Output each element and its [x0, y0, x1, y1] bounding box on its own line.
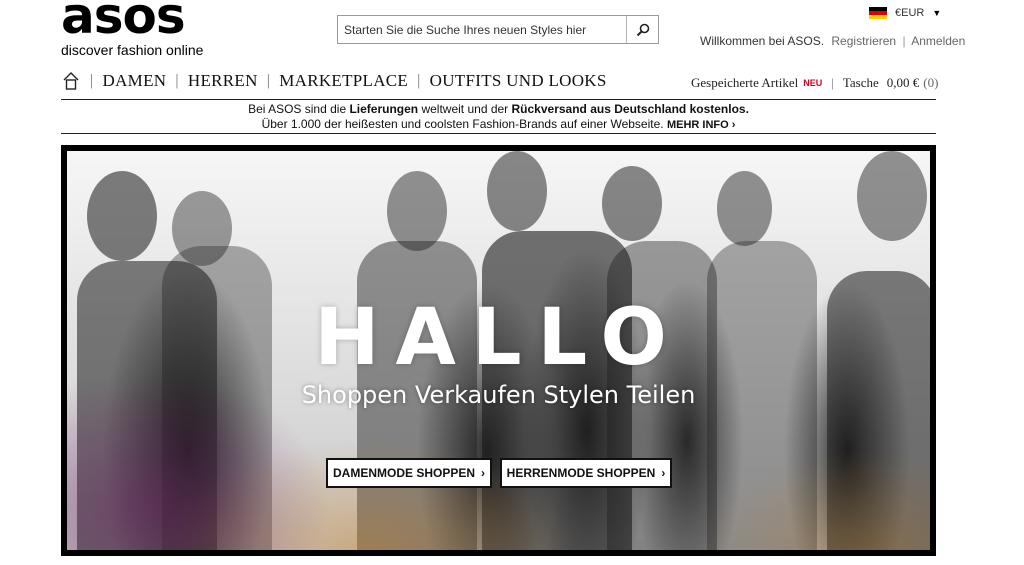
- new-badge: NEU: [803, 78, 823, 88]
- bag-link[interactable]: Tasche: [843, 75, 879, 91]
- logo-wordmark: asos: [61, 0, 186, 45]
- shop-women-button[interactable]: DAMENMODE SHOPPEN ›: [326, 458, 492, 488]
- hero-banner: HALLO Shoppen Verkaufen Stylen Teilen DA…: [61, 145, 936, 556]
- chevron-down-icon: ▼: [932, 8, 942, 18]
- home-icon: [63, 72, 79, 90]
- search-icon: [636, 23, 649, 36]
- currency-label: €EUR: [895, 7, 925, 19]
- search-input[interactable]: [338, 16, 626, 43]
- bag-count: (0): [923, 75, 939, 90]
- search-button[interactable]: [626, 16, 658, 43]
- register-link[interactable]: Registrieren: [831, 34, 896, 48]
- saved-items-link[interactable]: Gespeicherte Artikel: [691, 75, 798, 91]
- nav-item-herren[interactable]: HERREN: [188, 71, 258, 91]
- nav-divider: |: [266, 72, 271, 89]
- bag-amount: 0,00 €: [886, 75, 920, 90]
- hero-title: HALLO: [314, 293, 683, 383]
- hero-photo: HALLO Shoppen Verkaufen Stylen Teilen DA…: [67, 151, 930, 550]
- promo-line-2: Über 1.000 der heißesten und coolsten Fa…: [261, 117, 736, 131]
- nav-item-damen[interactable]: DAMEN: [103, 71, 167, 91]
- logo-tagline: discover fashion online: [61, 42, 204, 58]
- nav-utility: Gespeicherte Artikel NEU | Tasche 0,00 €…: [691, 75, 938, 91]
- search-box: [337, 15, 659, 44]
- promo-line-1: Bei ASOS sind die Lieferungen weltweit u…: [248, 102, 749, 116]
- home-link[interactable]: [61, 72, 81, 90]
- chevron-right-icon: ›: [481, 466, 485, 480]
- promo-banner: Bei ASOS sind die Lieferungen weltweit u…: [61, 102, 936, 133]
- button-label: HERRENMODE SHOPPEN: [506, 466, 656, 480]
- nav-item-outfits[interactable]: OUTFITS UND LOOKS: [430, 71, 607, 91]
- nav-divider: |: [417, 72, 421, 89]
- germany-flag-icon: [869, 7, 887, 19]
- asos-logo[interactable]: asos discover fashion online: [61, 0, 206, 58]
- nav-item-marketplace[interactable]: MARKETPLACE: [279, 71, 408, 91]
- welcome-text: Willkommen bei ASOS.: [700, 34, 825, 48]
- main-nav: | DAMEN | HERREN | MARKETPLACE | OUTFITS…: [61, 70, 607, 92]
- shop-men-button[interactable]: HERRENMODE SHOPPEN ›: [500, 458, 672, 488]
- nav-rule: [61, 99, 936, 100]
- hero-subtitle: Shoppen Verkaufen Stylen Teilen: [301, 381, 696, 409]
- account-separator: |: [902, 34, 906, 48]
- promo-rule: [61, 133, 936, 134]
- currency-selector[interactable]: €EUR ▼: [869, 5, 941, 21]
- nav-divider: |: [831, 75, 834, 90]
- login-link[interactable]: Anmelden: [911, 34, 965, 48]
- account-links: Willkommen bei ASOS. Registrieren | Anme…: [700, 34, 965, 48]
- button-label: DAMENMODE SHOPPEN: [332, 466, 475, 480]
- nav-divider: |: [175, 72, 179, 89]
- nav-divider: |: [90, 72, 94, 89]
- more-info-link[interactable]: MEHR INFO ›: [667, 119, 735, 131]
- chevron-right-icon: ›: [661, 466, 666, 480]
